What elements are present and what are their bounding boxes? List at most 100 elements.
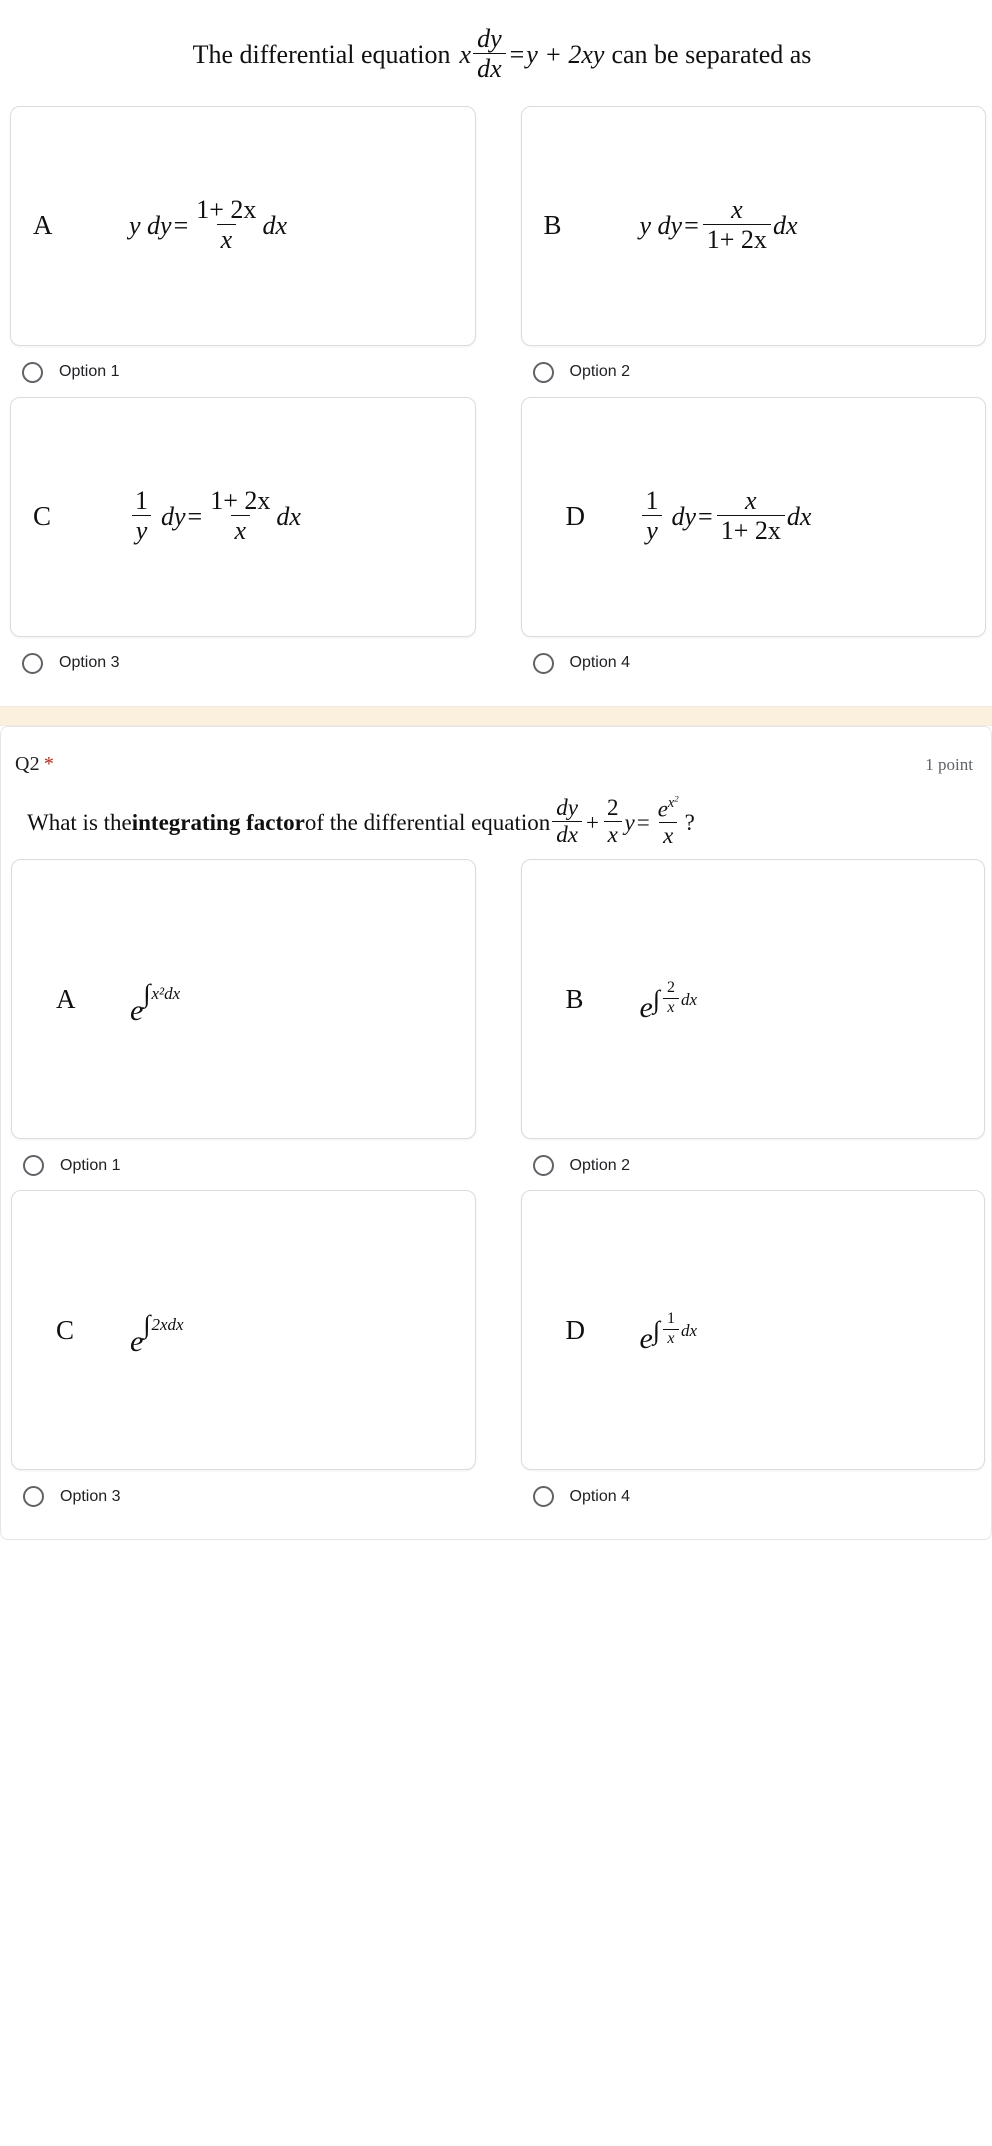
radio-row-q2-option3[interactable]: Option 3 [11,1470,476,1508]
option-block-q1-b: B y dy = x 1+ 2x dx Option 2 [520,105,987,397]
q2b-frac: 2 x [663,978,679,1017]
radio-icon[interactable] [532,1486,554,1508]
q1-eq-frac-num: dy [477,24,502,53]
radio-label-q2-option1: Option 1 [60,1156,121,1174]
q2-eq-equals: = [636,809,650,835]
radio-row-q2-option4[interactable]: Option 4 [521,1470,986,1508]
radio-label-q1-option3: Option 3 [59,654,120,672]
q2b-num: 2 [666,978,675,996]
integral-icon: ∫ [143,1310,151,1340]
radio-icon[interactable] [532,652,554,674]
option-card-q1-c[interactable]: C 1 y dy = 1+ 2x x dx [10,396,476,637]
q1-prompt-suffix: can be separated as [611,40,812,70]
radio-label-q2-option3: Option 3 [60,1487,121,1505]
q1d-lhs-den: y [642,515,662,544]
q1a-tail: dx [262,210,287,240]
option-card-q1-a[interactable]: A y dy = 1+ 2x x dx [10,105,476,346]
option-letter-q1-d: D [565,501,586,532]
q2a-differential: dx [164,983,181,1003]
option-card-q2-c[interactable]: C e ∫ 2x dx [11,1190,476,1471]
q2-eq-rhs-frac: ex2 x [654,794,683,849]
option-math-q2-b: e ∫ 2 x dx [640,978,698,1022]
q2-eq-2overx: 2 x [603,795,623,847]
radio-icon[interactable] [22,652,43,674]
q2-eq-dydx: dy dx [552,794,583,847]
radio-label-q1-option4: Option 4 [569,654,630,672]
q1d-lhs-num: 1 [645,485,659,515]
option-block-q2-d: D e ∫ 1 x dx Option 4 [520,1190,986,1521]
q2b-exponential: e ∫ 2 x dx [640,978,698,1022]
radio-row-q1-option2[interactable]: Option 2 [521,346,987,383]
q1-eq-lhs-var: x [459,40,472,70]
q2d-frac: 1 x [663,1309,679,1348]
radio-label-q2-option4: Option 4 [569,1487,630,1505]
q1d-tail: dx [786,501,812,531]
q1c-lhs-frac: 1 y [131,487,152,545]
q1b-num: x [731,194,743,224]
q2-prompt-prefix: What is the [27,809,132,835]
q2d-differential: dx [680,1320,697,1340]
q2-eq-f1-num: dy [556,794,579,820]
question-card-q1: The differential equation x dy dx = y + … [0,0,992,706]
form-page: The differential equation x dy dx = y + … [0,0,992,1541]
q2-prompt-bold: integrating factor [131,809,305,835]
q2b-exponent: ∫ 2 x dx [652,978,697,1018]
radio-icon[interactable] [22,361,43,383]
radio-row-q1-option3[interactable]: Option 3 [10,637,476,674]
q2b-base: e [639,990,653,1024]
q1d-num: x [745,485,757,515]
option-card-q2-a[interactable]: A e ∫ x² dx [11,859,476,1140]
q2d-num: 1 [666,1309,675,1327]
q2-eq-f3-e: e [657,796,668,821]
q2-eq-f2-den: x [603,820,622,847]
option-card-q1-d[interactable]: D 1 y dy = x 1+ 2x dx [520,396,986,637]
integral-icon: ∫ [652,985,660,1015]
option-block-q1-a: A y dy = 1+ 2x x dx Option 1 [10,105,476,397]
q1-eq-frac-den: dx [473,53,506,83]
q1d-den: 1+ 2x [716,515,785,544]
q1c-lhs-den: y [131,515,152,544]
option-block-q1-d: D 1 y dy = x 1+ 2x dx Option 4 [520,396,987,688]
q2-prompt-suffix: ? [684,809,695,835]
radio-row-q1-option1[interactable]: Option 1 [10,346,476,383]
radio-row-q2-option1[interactable]: Option 1 [11,1139,476,1177]
q2a-exponent: ∫ x² dx [143,979,181,1009]
option-card-q2-b[interactable]: B e ∫ 2 x dx [520,859,985,1140]
q2c-exponential: e ∫ 2x dx [130,1310,184,1357]
option-block-q2-b: B e ∫ 2 x dx Option 2 [520,859,986,1190]
option-card-q2-d[interactable]: D e ∫ 1 x dx [520,1190,985,1471]
q2-eq-plus: + [586,809,599,835]
q1b-den: 1+ 2x [702,224,771,253]
q1c-num: 1+ 2x [210,485,271,515]
option-letter-q2-b: B [565,983,584,1014]
q2-eq-f3-num: ex2 [654,794,683,823]
q1a-den: x [216,224,237,253]
q1c-tail: dx [276,501,301,531]
radio-label-q1-option1: Option 1 [59,363,120,381]
q1d-lhs-frac: 1 y [642,487,663,545]
radio-icon[interactable] [23,1155,44,1177]
integral-icon: ∫ [143,979,151,1009]
radio-icon[interactable] [532,1155,554,1177]
radio-label-q1-option2: Option 2 [569,363,630,381]
radio-icon[interactable] [23,1486,44,1508]
radio-row-q2-option2[interactable]: Option 2 [521,1139,986,1177]
integral-icon: ∫ [652,1316,660,1346]
option-math-q1-d: 1 y dy = x 1+ 2x dx [640,485,812,546]
q2a-integrand: x² [151,983,165,1003]
q2a-base: e [130,994,144,1028]
option-letter-q2-a: A [56,983,76,1014]
q1-prompt-prefix: The differential equation [192,40,451,70]
option-card-q1-b[interactable]: B y dy = x 1+ 2x dx [520,105,986,346]
q1b-tail: dx [772,210,798,240]
q1-eq-dydx: dy dx [473,25,506,83]
section-divider [0,705,992,726]
question-label-q2: Q2 [15,752,40,775]
q1a-lhs: y dy [129,210,172,240]
option-math-q2-a: e ∫ x² dx [130,979,181,1026]
options-grid-q1: A y dy = 1+ 2x x dx Option 1 B y dy = x … [0,105,992,688]
radio-icon[interactable] [532,361,554,383]
q2-eq-f1-den: dx [552,820,583,847]
option-block-q2-c: C e ∫ 2x dx Option 3 [11,1190,476,1521]
radio-row-q1-option4[interactable]: Option 4 [521,637,987,674]
